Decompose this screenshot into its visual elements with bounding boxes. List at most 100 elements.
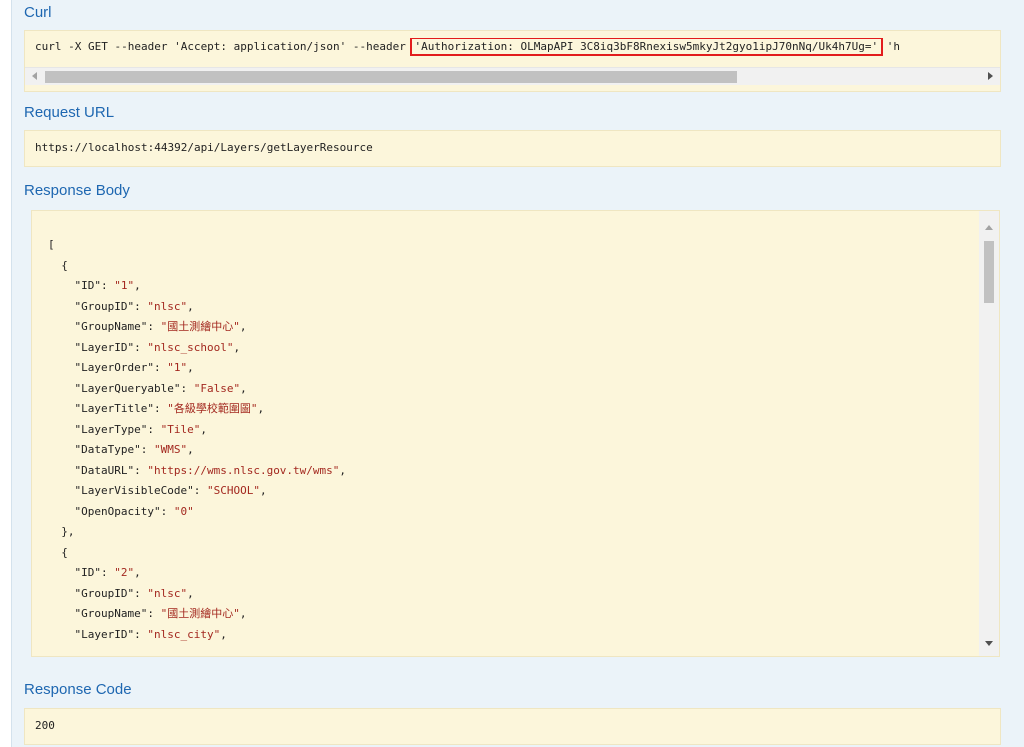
json-value: "1" bbox=[167, 361, 188, 374]
scroll-down-icon[interactable] bbox=[985, 641, 993, 646]
authorization-header-highlight: 'Authorization: OLMapAPI 3C8iq3bF8Rnexis… bbox=[409, 38, 884, 56]
response-code-block[interactable]: 200 bbox=[24, 708, 1001, 745]
curl-command[interactable]: curl -X GET --header 'Accept: applicatio… bbox=[35, 38, 1000, 56]
json-punctuation: , bbox=[257, 402, 265, 415]
json-key: "LayerVisibleCode" bbox=[74, 484, 194, 497]
json-punctuation: , bbox=[259, 484, 267, 497]
json-punctuation: , bbox=[187, 586, 194, 600]
request-url-block[interactable]: https://localhost:44392/api/Layers/getLa… bbox=[24, 130, 1001, 167]
json-punctuation: , bbox=[187, 443, 194, 456]
response-json[interactable]: [ { "ID": "1", "GroupID": "nlsc", "Group… bbox=[48, 235, 346, 645]
json-key: "DataURL" bbox=[74, 463, 135, 477]
json-value: "SCHOOL" bbox=[206, 484, 260, 497]
json-punctuation: , bbox=[134, 566, 141, 579]
json-key: "LayerTitle" bbox=[74, 402, 154, 415]
json-line: "DataType": "WMS", bbox=[48, 440, 346, 461]
json-value: "各級學校範圍圖" bbox=[167, 402, 258, 415]
json-punctuation: , bbox=[187, 299, 194, 313]
json-punctuation: , bbox=[239, 320, 247, 333]
json-line: "LayerQueryable": "False", bbox=[48, 379, 346, 400]
json-line: "GroupName": "國土測繪中心", bbox=[48, 604, 346, 625]
json-line: "GroupID": "nlsc", bbox=[48, 297, 346, 318]
json-line: "LayerOrder": "1", bbox=[48, 358, 346, 379]
json-line: "DataURL": "https://wms.nlsc.gov.tw/wms"… bbox=[48, 461, 347, 482]
json-punctuation: }, bbox=[61, 525, 75, 538]
curl-suffix: 'h bbox=[880, 40, 900, 53]
response-code-heading: Response Code bbox=[24, 681, 132, 698]
json-punctuation: , bbox=[240, 381, 247, 395]
json-key: "OpenOpacity" bbox=[74, 504, 161, 518]
json-key: "GroupName" bbox=[74, 320, 148, 333]
json-line: [ bbox=[48, 235, 346, 256]
json-key: "GroupName" bbox=[74, 607, 148, 620]
response-code-value: 200 bbox=[35, 719, 55, 732]
json-punctuation: [ bbox=[48, 238, 55, 251]
curl-code-block[interactable]: curl -X GET --header 'Accept: applicatio… bbox=[24, 30, 1001, 92]
json-value: "Tile" bbox=[160, 422, 201, 436]
json-value: "國土測繪中心" bbox=[160, 607, 240, 620]
response-body-block[interactable]: [ { "ID": "1", "GroupID": "nlsc", "Group… bbox=[31, 210, 1000, 657]
json-line: "LayerType": "Tile", bbox=[48, 420, 346, 441]
json-value: "2" bbox=[114, 566, 135, 579]
json-value: "國土測繪中心" bbox=[160, 320, 240, 333]
json-key: "LayerOrder" bbox=[74, 361, 154, 374]
json-key: "GroupID" bbox=[74, 299, 135, 313]
json-line: "OpenOpacity": "0" bbox=[48, 502, 346, 523]
json-key: "ID" bbox=[74, 279, 102, 292]
json-value: "nlsc" bbox=[147, 586, 188, 600]
json-punctuation: , bbox=[233, 340, 241, 354]
json-line: "ID": "2", bbox=[48, 563, 346, 584]
json-line: { bbox=[48, 256, 346, 277]
curl-prefix: curl -X GET --header 'Accept: applicatio… bbox=[35, 40, 413, 53]
json-punctuation: , bbox=[134, 279, 141, 292]
horizontal-scroll-thumb[interactable] bbox=[45, 71, 737, 83]
scroll-right-icon[interactable] bbox=[988, 72, 993, 80]
scroll-up-icon[interactable] bbox=[985, 225, 993, 230]
json-punctuation: , bbox=[239, 607, 247, 620]
json-value: "1" bbox=[114, 279, 135, 292]
json-punctuation: , bbox=[339, 463, 347, 477]
vertical-scrollbar[interactable] bbox=[979, 211, 999, 656]
json-value: "0" bbox=[173, 504, 194, 518]
json-key: "ID" bbox=[74, 566, 102, 579]
json-line: "LayerTitle": "各級學校範圍圖", bbox=[48, 399, 346, 420]
curl-heading: Curl bbox=[24, 4, 52, 21]
scroll-left-icon[interactable] bbox=[32, 72, 37, 80]
response-body-heading: Response Body bbox=[24, 182, 130, 199]
horizontal-scrollbar[interactable] bbox=[25, 67, 1000, 85]
json-punctuation: , bbox=[187, 361, 194, 374]
json-value: "WMS" bbox=[153, 443, 188, 456]
json-value: "nlsc_school" bbox=[147, 340, 234, 354]
json-key: "LayerQueryable" bbox=[74, 381, 181, 395]
json-line: "LayerID": "nlsc_city", bbox=[48, 625, 346, 646]
request-url-value: https://localhost:44392/api/Layers/getLa… bbox=[35, 141, 373, 154]
vertical-scroll-thumb[interactable] bbox=[984, 241, 994, 303]
json-value: "False" bbox=[193, 381, 241, 395]
json-key: "DataType" bbox=[74, 443, 141, 456]
json-value: "https://wms.nlsc.gov.tw/wms" bbox=[147, 463, 340, 477]
json-value: "nlsc" bbox=[147, 299, 188, 313]
json-key: "LayerID" bbox=[74, 627, 135, 641]
json-line: { bbox=[48, 543, 346, 564]
json-punctuation: , bbox=[220, 627, 227, 641]
json-punctuation: , bbox=[200, 422, 207, 436]
json-value: "nlsc_city" bbox=[147, 627, 221, 641]
json-line: }, bbox=[48, 522, 346, 543]
json-punctuation: { bbox=[61, 258, 68, 272]
